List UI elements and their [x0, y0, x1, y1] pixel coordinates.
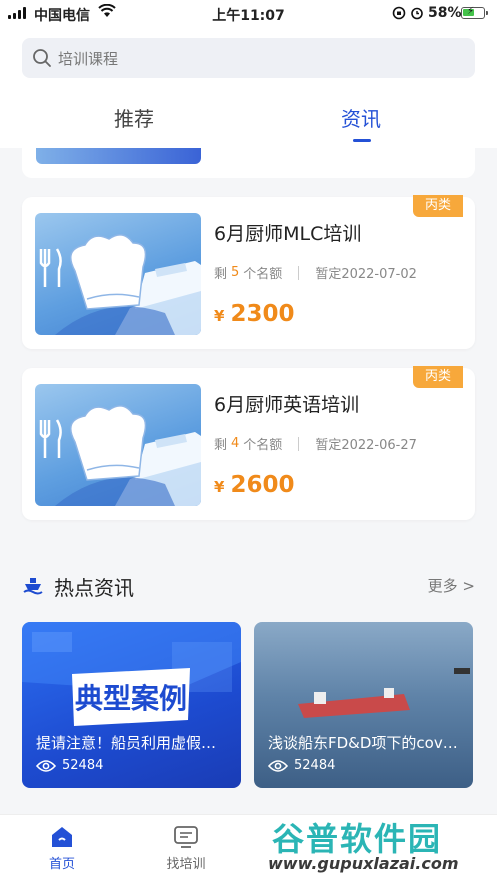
search-icon [33, 49, 51, 67]
course-price: ¥2600 [214, 472, 294, 498]
currency-symbol: ¥ [214, 478, 225, 496]
news-image-text: 典型案例 [75, 682, 187, 715]
remaining-prefix: 剩 [214, 267, 228, 282]
eye-icon [36, 759, 56, 772]
course-title: 6月厨师英语培训 [214, 394, 360, 416]
home-icon [52, 827, 72, 847]
active-tab-indicator [353, 139, 371, 142]
course-date: 暂定2022-06-27 [315, 438, 417, 453]
course-thumbnail [35, 384, 201, 506]
news-caption: 提请注意！船员利用虚假… [36, 734, 217, 752]
tab-recommend[interactable]: 推荐 [114, 103, 154, 132]
course-thumbnail-partial [36, 148, 201, 164]
views-count: 52484 [294, 758, 336, 773]
price-amount: 2600 [230, 472, 295, 498]
tab-home-label: 首页 [48, 857, 75, 872]
news-caption: 浅谈船东FD&D项下的cov… [268, 734, 458, 752]
battery-percent: 58% [428, 5, 462, 21]
search-placeholder: 培训课程 [58, 49, 119, 68]
course-category-badge: 丙类 [413, 195, 463, 217]
search-input[interactable]: 培训课程 [22, 38, 475, 78]
rotation-lock-icon [392, 6, 406, 20]
meta-divider [298, 265, 300, 280]
meta-divider [298, 436, 300, 451]
views-count: 52484 [62, 758, 104, 773]
news-card[interactable]: 浅谈船东FD&D项下的cov… 52484 [254, 622, 473, 788]
news-views: 52484 [36, 758, 103, 773]
tab-bar: 推荐 资讯 [0, 103, 497, 148]
course-meta: 剩 5 个名额 暂定2022-07-02 [214, 263, 417, 282]
course-price: ¥2300 [214, 301, 294, 327]
course-card-partial[interactable] [22, 148, 475, 178]
tab-find-training[interactable]: 找培训 [146, 825, 226, 872]
course-card[interactable]: 丙类 6月厨师英语培训 剩 4 个名额 暂定2022-06-27 ¥2600 [22, 366, 475, 520]
ship-icon [23, 578, 43, 595]
price-amount: 2300 [230, 301, 295, 327]
course-date: 暂定2022-07-02 [315, 267, 417, 282]
watermark-url: www.gupuxlazai.com [268, 854, 459, 873]
remaining-suffix: 个名额 [243, 438, 283, 453]
course-meta: 剩 4 个名额 暂定2022-06-27 [214, 434, 417, 453]
remaining-count: 5 [231, 265, 240, 280]
news-card[interactable]: 典型案例 提请注意！船员利用虚假… 52484 [22, 622, 241, 788]
eye-icon [268, 759, 288, 772]
hot-news-header: 热点资讯 更多 > [22, 572, 475, 600]
remaining-count: 4 [231, 436, 240, 451]
battery-icon: ⚡ [461, 6, 488, 19]
alarm-icon [411, 7, 423, 20]
remaining-suffix: 个名额 [243, 267, 283, 282]
tab-news[interactable]: 资讯 [341, 103, 381, 132]
header: 培训课程 推荐 资讯 [0, 28, 497, 148]
course-category-badge: 丙类 [413, 366, 463, 388]
more-link[interactable]: 更多 > [428, 575, 475, 596]
currency-symbol: ¥ [214, 307, 225, 325]
remaining-prefix: 剩 [214, 438, 228, 453]
hot-news-title: 热点资讯 [54, 576, 134, 600]
message-icon [174, 826, 198, 848]
news-views: 52484 [268, 758, 335, 773]
tab-find-training-label: 找培训 [166, 857, 206, 872]
status-bar: 中国电信 上午11:07 58% ⚡ [0, 0, 497, 28]
course-thumbnail [35, 213, 201, 335]
watermark: 谷普软件园 www.gupuxlazai.com [262, 812, 497, 883]
course-card[interactable]: 丙类 6月厨师MLC培训 剩 5 个名额 暂定2022-07-02 ¥2300 [22, 195, 475, 349]
course-title: 6月厨师MLC培训 [214, 223, 362, 245]
tab-home[interactable]: 首页 [22, 825, 102, 872]
